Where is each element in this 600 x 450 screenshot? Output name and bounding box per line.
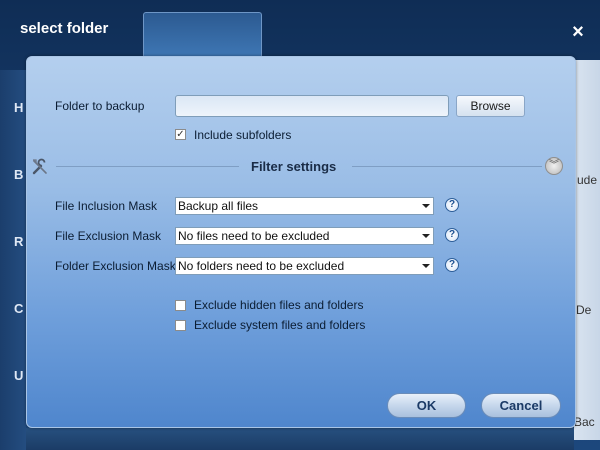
background-sidebar: H B R C U: [0, 70, 26, 450]
background-sidebar-letter: C: [14, 301, 24, 316]
dialog-title: select folder: [20, 20, 109, 37]
browse-button[interactable]: Browse: [456, 95, 525, 117]
chevron-down-icon: [422, 204, 430, 208]
background-right-panel: ude f De Bac: [574, 60, 600, 440]
wrench-icon: [32, 158, 47, 175]
background-sidebar-letter: H: [14, 100, 24, 115]
exclude-hidden-label: Exclude hidden files and folders: [194, 298, 364, 312]
background-sidebar-letter: U: [14, 368, 24, 383]
help-icon[interactable]: ?: [445, 198, 459, 212]
help-icon[interactable]: ?: [445, 228, 459, 242]
background-sidebar-letter: B: [14, 167, 24, 182]
include-subfolders-checkbox[interactable]: ✓: [175, 129, 186, 140]
filter-divider-left: [56, 166, 239, 167]
close-button[interactable]: ×: [568, 22, 588, 42]
file-exclusion-mask-label: File Exclusion Mask: [55, 229, 162, 243]
file-inclusion-mask-select[interactable]: Backup all files: [175, 197, 434, 215]
exclude-system-label: Exclude system files and folders: [194, 318, 366, 332]
help-icon[interactable]: ?: [445, 258, 459, 272]
background-sidebar-letter: R: [14, 234, 24, 249]
background-tab-thumbnail: [143, 12, 262, 59]
filter-divider-right: [352, 166, 542, 167]
folder-to-backup-label: Folder to backup: [55, 99, 145, 113]
chevron-down-icon: [422, 234, 430, 238]
file-inclusion-mask-label: File Inclusion Mask: [55, 199, 158, 213]
filter-settings-title: Filter settings: [251, 159, 337, 174]
ok-button[interactable]: OK: [387, 393, 466, 418]
background-bottom-bar: [26, 428, 574, 450]
background-text-fragment: De: [576, 303, 592, 317]
folder-path-input[interactable]: [175, 95, 449, 117]
exclude-system-checkbox[interactable]: [175, 320, 186, 331]
file-exclusion-mask-select[interactable]: No files need to be excluded: [175, 227, 434, 245]
file-exclusion-mask-value: No files need to be excluded: [178, 229, 330, 243]
chevron-down-icon: [422, 264, 430, 268]
folder-exclusion-mask-value: No folders need to be excluded: [178, 259, 345, 273]
exclude-hidden-checkbox[interactable]: [175, 300, 186, 311]
background-text-fragment: ude f: [577, 173, 600, 187]
cancel-button[interactable]: Cancel: [481, 393, 561, 418]
include-subfolders-label: Include subfolders: [194, 128, 292, 142]
background-text-fragment: Bac: [574, 415, 595, 429]
folder-exclusion-mask-select[interactable]: No folders need to be excluded: [175, 257, 434, 275]
collapse-chevron-icon[interactable]: ︾: [545, 157, 563, 175]
file-inclusion-mask-value: Backup all files: [178, 199, 259, 213]
folder-exclusion-mask-label: Folder Exclusion Mask: [55, 259, 176, 273]
